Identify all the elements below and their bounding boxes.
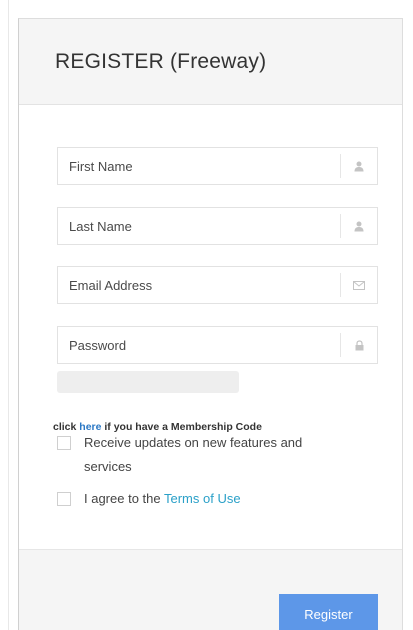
updates-checkbox-row: Receive updates on new features and serv…	[57, 434, 344, 479]
terms-of-use-link[interactable]: Terms of Use	[164, 491, 241, 506]
envelope-icon	[340, 273, 377, 297]
updates-checkbox-label[interactable]: Receive updates on new features and serv…	[84, 431, 344, 479]
card-header: REGISTER (Freeway)	[19, 19, 402, 105]
password-strength-meter	[57, 371, 239, 393]
email-field	[57, 266, 378, 304]
last-name-field	[57, 207, 378, 245]
register-form: click here if you have a Membership Code…	[19, 105, 402, 550]
password-field	[57, 326, 378, 364]
background-divider	[8, 0, 9, 630]
terms-checkbox-label[interactable]: I agree to the Terms of Use	[84, 487, 241, 511]
first-name-field	[57, 147, 378, 185]
register-button[interactable]: Register	[279, 594, 378, 630]
first-name-input[interactable]	[58, 148, 340, 184]
terms-prefix: I agree to the	[84, 491, 164, 506]
terms-checkbox-row: I agree to the Terms of Use	[57, 490, 241, 511]
updates-checkbox[interactable]	[57, 436, 71, 450]
user-icon	[340, 214, 377, 238]
email-input[interactable]	[58, 267, 340, 303]
membership-prefix: click	[53, 421, 80, 433]
lock-icon	[340, 333, 377, 357]
page-title: REGISTER (Freeway)	[55, 49, 267, 73]
last-name-input[interactable]	[58, 208, 340, 244]
password-input[interactable]	[58, 327, 340, 363]
user-icon	[340, 154, 377, 178]
card-footer: Register	[19, 550, 402, 630]
register-card: REGISTER (Freeway) First Name Last Name …	[18, 18, 403, 630]
register-page: REGISTER (Freeway) First Name Last Name …	[0, 0, 413, 630]
terms-checkbox[interactable]	[57, 492, 71, 506]
